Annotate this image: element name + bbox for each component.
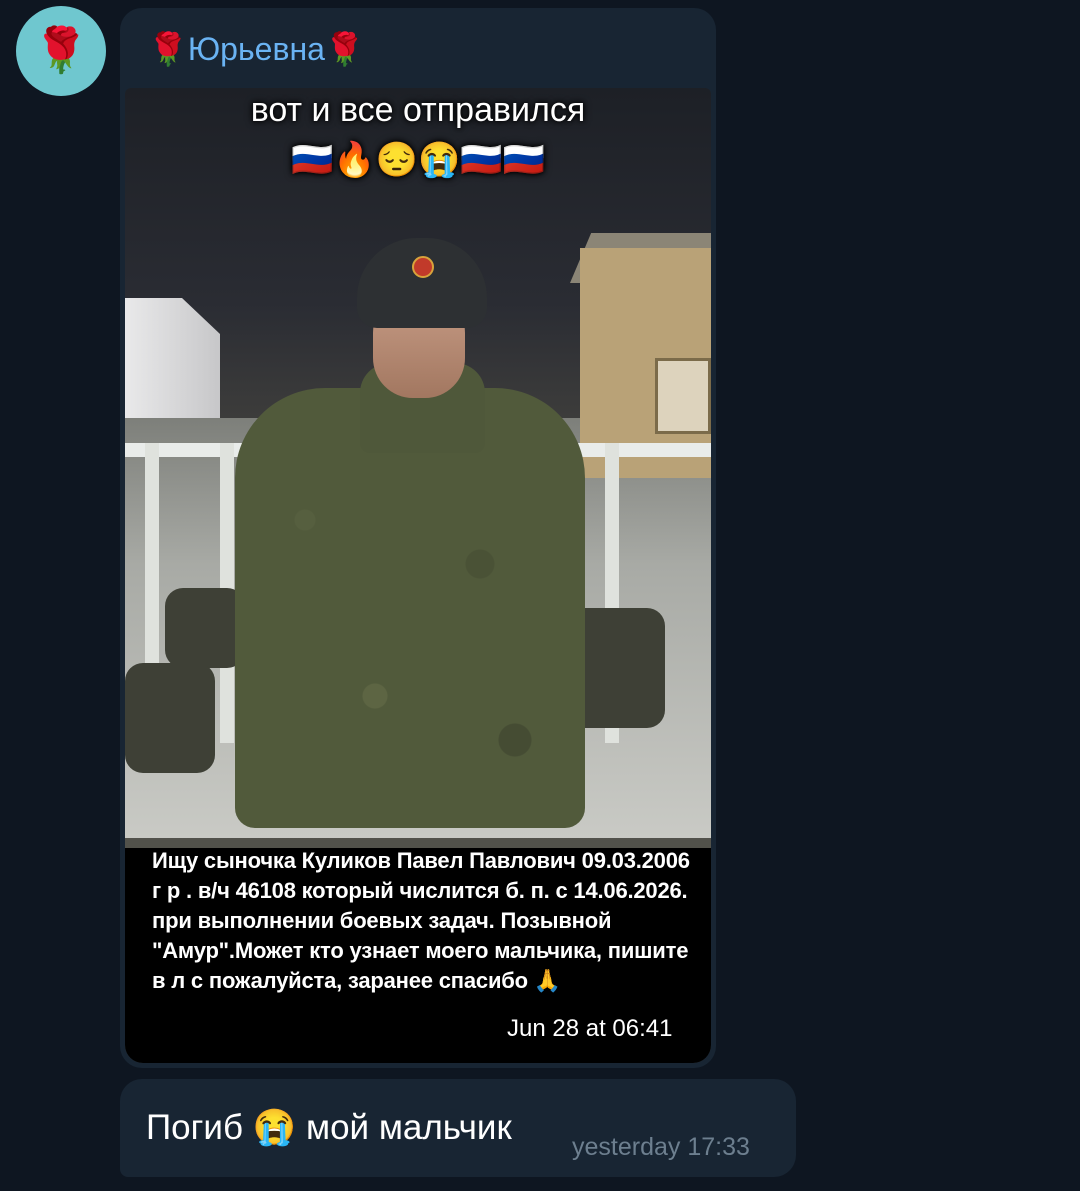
soldier-coat: [235, 388, 585, 828]
bag: [125, 663, 215, 773]
rose-icon: 🌹: [33, 26, 89, 75]
sender-name[interactable]: 🌹Юрьевна🌹: [148, 30, 365, 68]
overlay-title: вот и все отправился: [250, 91, 586, 129]
photo-caption: Ищу сыночка Куликов Павел Павлович 09.03…: [152, 848, 690, 993]
photo-overlay: вот и все отправился 🇷🇺🔥😔😭🇷🇺🇷🇺: [125, 88, 711, 180]
media-message-bubble[interactable]: 🌹Юрьевна🌹 вот и все отправился 🇷🇺🔥😔😭🇷🇺�: [120, 8, 716, 1068]
building-window: [655, 358, 711, 434]
overlay-emoji: 🇷🇺🔥😔😭🇷🇺🇷🇺: [290, 141, 545, 179]
chat-view: 🌹 🌹Юрьевна🌹 вот и все отправился �: [0, 0, 1080, 1191]
sender-avatar[interactable]: 🌹: [16, 6, 106, 96]
text-message-time: yesterday 17:33: [572, 1133, 750, 1161]
text-message-bubble[interactable]: Погиб 😭 мой мальчик yesterday 17:33: [120, 1079, 796, 1177]
message-photo[interactable]: вот и все отправился 🇷🇺🔥😔😭🇷🇺🇷🇺 Ищу сыноч…: [125, 88, 711, 1063]
building-left: [125, 298, 220, 418]
message-text: Погиб 😭 мой мальчик: [146, 1108, 512, 1147]
media-message-time: Jun 28 at 06:41: [501, 1013, 679, 1045]
hat-badge: [412, 256, 434, 278]
bag: [165, 588, 245, 668]
soldier-hat: [357, 238, 487, 328]
